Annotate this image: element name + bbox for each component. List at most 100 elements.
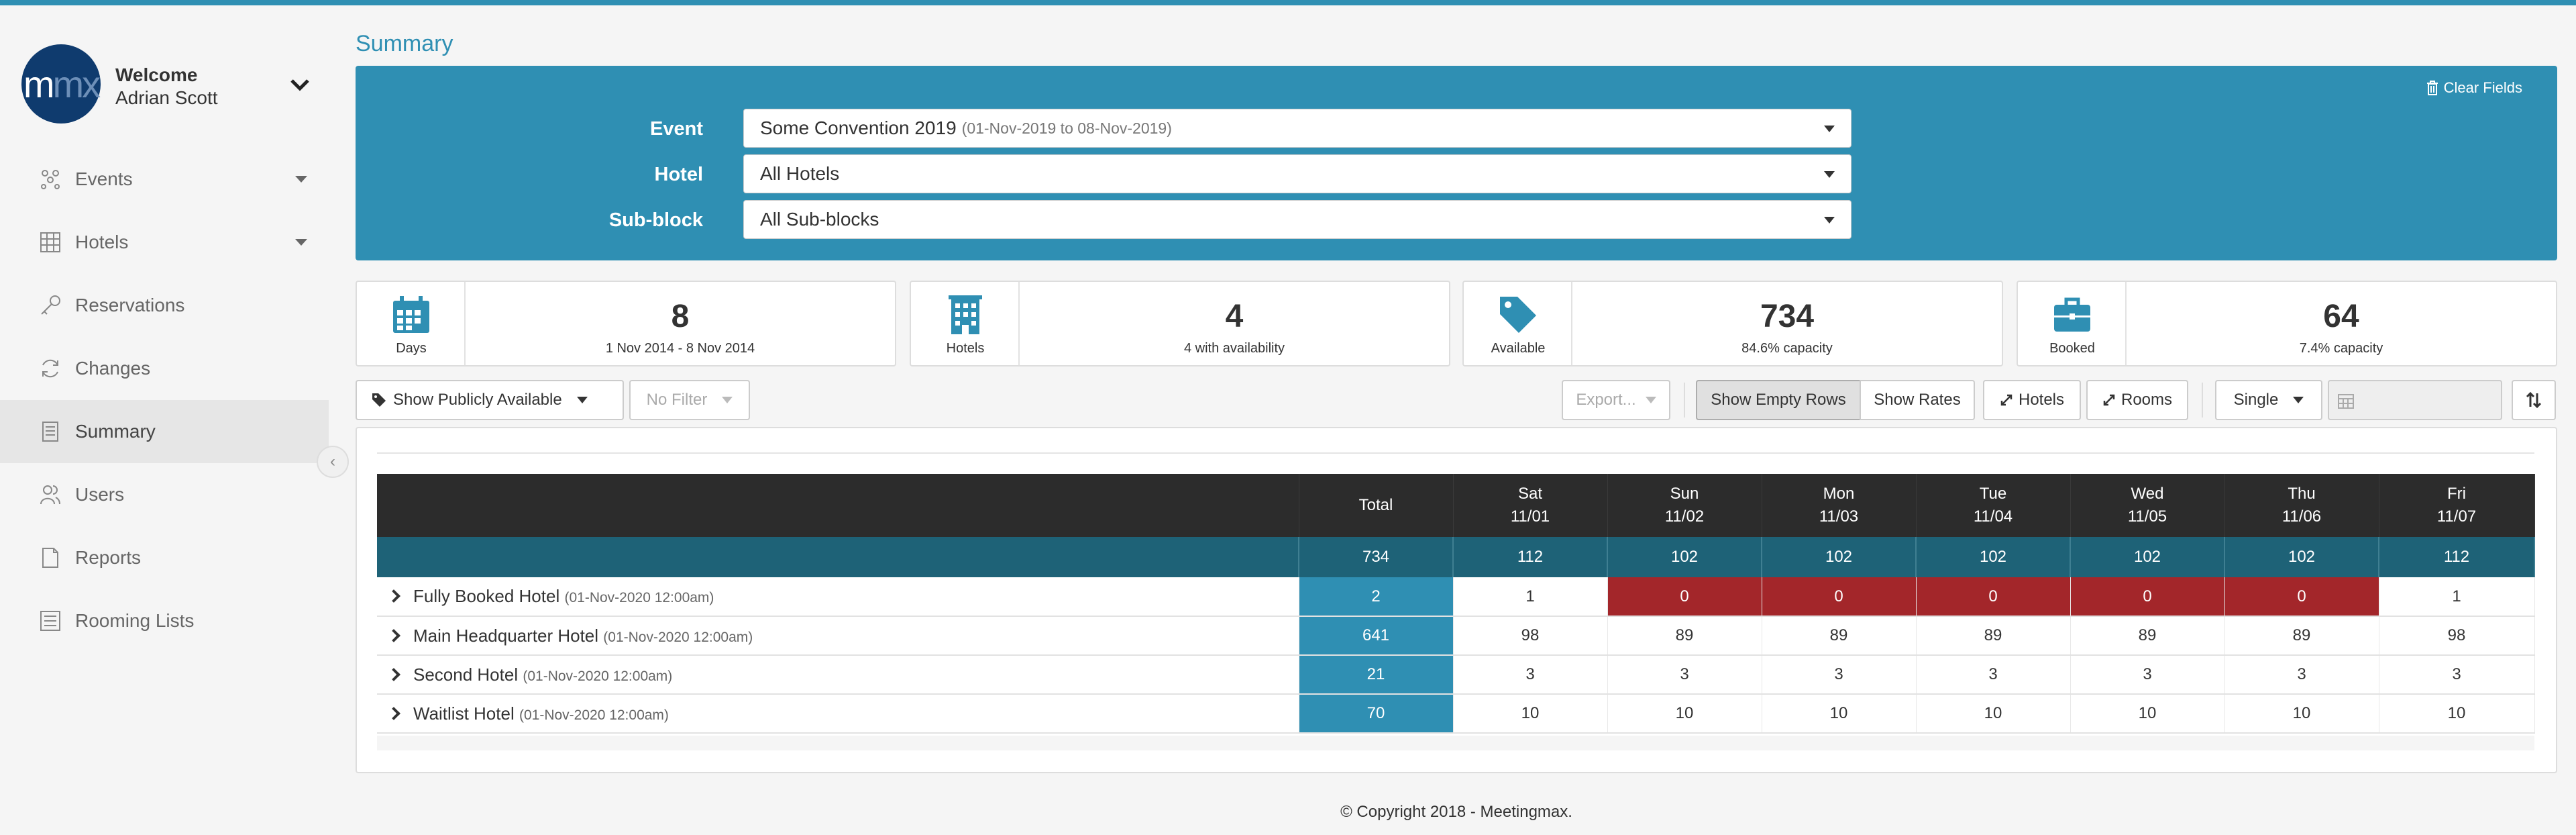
subblock-select-value: All Sub-blocks	[760, 209, 879, 230]
column-header-day[interactable]: Wed 11/05	[2070, 474, 2225, 537]
event-select[interactable]: Some Convention 2019 (01-Nov-2019 to 08-…	[743, 109, 1851, 148]
column-header-day[interactable]: Thu 11/06	[2224, 474, 2379, 537]
show-rates-toggle[interactable]: Show Rates	[1860, 380, 1975, 420]
grid-footer-strip	[377, 736, 2534, 750]
occupancy-dropdown[interactable]: Single	[2215, 380, 2322, 420]
event-select-value: Some Convention 2019	[760, 117, 957, 138]
sidebar-item-hotels[interactable]: Hotels	[0, 211, 329, 274]
stat-subtext: 1 Nov 2014 - 8 Nov 2014	[605, 341, 755, 356]
column-header-day[interactable]: Mon 11/03	[1762, 474, 1917, 537]
chevron-right-icon[interactable]	[387, 667, 400, 681]
day-cell[interactable]: 10	[2379, 694, 2535, 734]
chevron-right-icon[interactable]	[387, 589, 400, 603]
day-date: 11/03	[1819, 507, 1859, 526]
sidebar-item-reports[interactable]: Reports	[0, 526, 329, 589]
filter-dropdown[interactable]: No Filter	[629, 380, 750, 420]
sidebar-item-summary[interactable]: Summary	[0, 400, 329, 463]
day-date: 11/04	[1973, 507, 2013, 526]
day-cell[interactable]: 3	[1453, 655, 1608, 695]
caret-down-icon	[295, 176, 307, 183]
totals-day-cell: 102	[1916, 537, 2071, 577]
column-header-day[interactable]: Tue 11/04	[1916, 474, 2071, 537]
hotel-name-cell[interactable]: Fully Booked Hotel (01-Nov-2020 12:00am)	[377, 577, 1299, 617]
stat-label: Available	[1491, 341, 1546, 356]
day-cell[interactable]: 89	[2070, 616, 2225, 656]
day-cell[interactable]: 10	[2070, 694, 2225, 734]
column-header-day[interactable]: Sat 11/01	[1453, 474, 1608, 537]
sidebar-item-users[interactable]: Users	[0, 463, 329, 526]
day-cell[interactable]: 10	[1916, 694, 2071, 734]
expand-hotels-button[interactable]: Hotels	[1983, 380, 2081, 420]
export-dropdown[interactable]: Export...	[1562, 380, 1670, 420]
stat-subtext: 4 with availability	[1183, 341, 1285, 356]
hotel-select-value: All Hotels	[760, 163, 840, 184]
hotel-name-cell[interactable]: Main Headquarter Hotel (01-Nov-2020 12:0…	[377, 616, 1299, 656]
column-header-day[interactable]: Sun 11/02	[1607, 474, 1762, 537]
day-cell[interactable]: 98	[2379, 616, 2535, 656]
clear-fields-button[interactable]: Clear Fields	[2426, 79, 2522, 97]
day-cell[interactable]: 98	[1453, 616, 1608, 656]
show-empty-rows-toggle[interactable]: Show Empty Rows	[1696, 380, 1861, 420]
hotel-filter-row: Hotel All Hotels	[356, 154, 2557, 195]
totals-label-cell	[377, 537, 1299, 577]
filter-dropdown-label: No Filter	[646, 391, 708, 409]
day-cell-full[interactable]: 0	[1607, 577, 1762, 617]
day-cell-full[interactable]: 0	[1916, 577, 2071, 617]
day-cell-full[interactable]: 0	[2224, 577, 2379, 617]
day-of-week: Fri	[2447, 485, 2466, 503]
stat-card-available: Available 734 84.6% capacity	[1462, 281, 2003, 366]
sidebar-item-reservations[interactable]: Reservations	[0, 274, 329, 337]
day-cell[interactable]: 10	[1453, 694, 1608, 734]
day-cell[interactable]: 3	[1607, 655, 1762, 695]
column-header-total[interactable]: Total	[1299, 474, 1454, 537]
date-picker-input[interactable]	[2328, 380, 2502, 420]
totals-total-cell: 734	[1299, 537, 1454, 577]
key-icon	[41, 295, 60, 315]
expand-rooms-button[interactable]: Rooms	[2086, 380, 2188, 420]
column-header-day[interactable]: Fri 11/07	[2379, 474, 2535, 537]
sidebar-item-rooming-lists[interactable]: Rooming Lists	[0, 589, 329, 652]
day-cell[interactable]: 3	[2070, 655, 2225, 695]
sort-toggle-button[interactable]	[2512, 380, 2556, 420]
row-total-cell: 70	[1299, 694, 1454, 734]
day-cell[interactable]: 89	[1762, 616, 1917, 656]
sidebar-item-label: Reports	[75, 547, 142, 568]
sidebar-item-events[interactable]: Events	[0, 148, 329, 211]
user-profile[interactable]: m mx Welcome Adrian Scott	[21, 44, 310, 125]
hotel-name-cell[interactable]: Second Hotel (01-Nov-2020 12:00am)	[377, 655, 1299, 695]
day-cell[interactable]: 3	[1762, 655, 1917, 695]
day-cell[interactable]: 1	[2379, 577, 2535, 617]
stat-icon-box: Hotels	[911, 282, 1020, 365]
avatar: m mx	[21, 44, 101, 124]
day-cell-full[interactable]: 0	[2070, 577, 2225, 617]
day-date: 11/01	[1510, 507, 1550, 526]
hotel-name: Second Hotel	[413, 664, 519, 685]
availability-grid-panel: Total Sat 11/01 Sun 11/02 Mon 11/03 Tue 11/0…	[356, 427, 2557, 773]
subblock-select[interactable]: All Sub-blocks	[743, 200, 1851, 239]
hotel-select[interactable]: All Hotels	[743, 154, 1851, 193]
day-cell[interactable]: 10	[1762, 694, 1917, 734]
hotel-name-cell[interactable]: Waitlist Hotel (01-Nov-2020 12:00am)	[377, 694, 1299, 734]
sidebar-item-label: Users	[75, 484, 125, 505]
chevron-right-icon[interactable]	[387, 628, 400, 642]
availability-dropdown[interactable]: Show Publicly Available	[356, 380, 624, 420]
chevron-right-icon[interactable]	[387, 706, 400, 720]
day-cell[interactable]: 89	[1607, 616, 1762, 656]
day-cell[interactable]: 3	[2379, 655, 2535, 695]
day-cell-full[interactable]: 0	[1762, 577, 1917, 617]
day-date: 11/06	[2282, 507, 2322, 526]
day-cell[interactable]: 3	[2224, 655, 2379, 695]
day-cell[interactable]: 89	[1916, 616, 2071, 656]
stat-subtext: 7.4% capacity	[2299, 341, 2383, 356]
stat-label: Days	[396, 341, 427, 356]
day-cell[interactable]: 1	[1453, 577, 1608, 617]
sidebar-item-changes[interactable]: Changes	[0, 337, 329, 400]
sidebar-collapse-button[interactable]: ‹	[317, 446, 349, 478]
day-cell[interactable]: 89	[2224, 616, 2379, 656]
day-cell[interactable]: 3	[1916, 655, 2071, 695]
hotel-column-header	[377, 474, 1299, 537]
chevron-down-icon[interactable]	[290, 78, 310, 93]
day-cell[interactable]: 10	[2224, 694, 2379, 734]
day-cell[interactable]: 10	[1607, 694, 1762, 734]
table-row: Waitlist Hotel (01-Nov-2020 12:00am) 70 …	[377, 694, 2535, 734]
